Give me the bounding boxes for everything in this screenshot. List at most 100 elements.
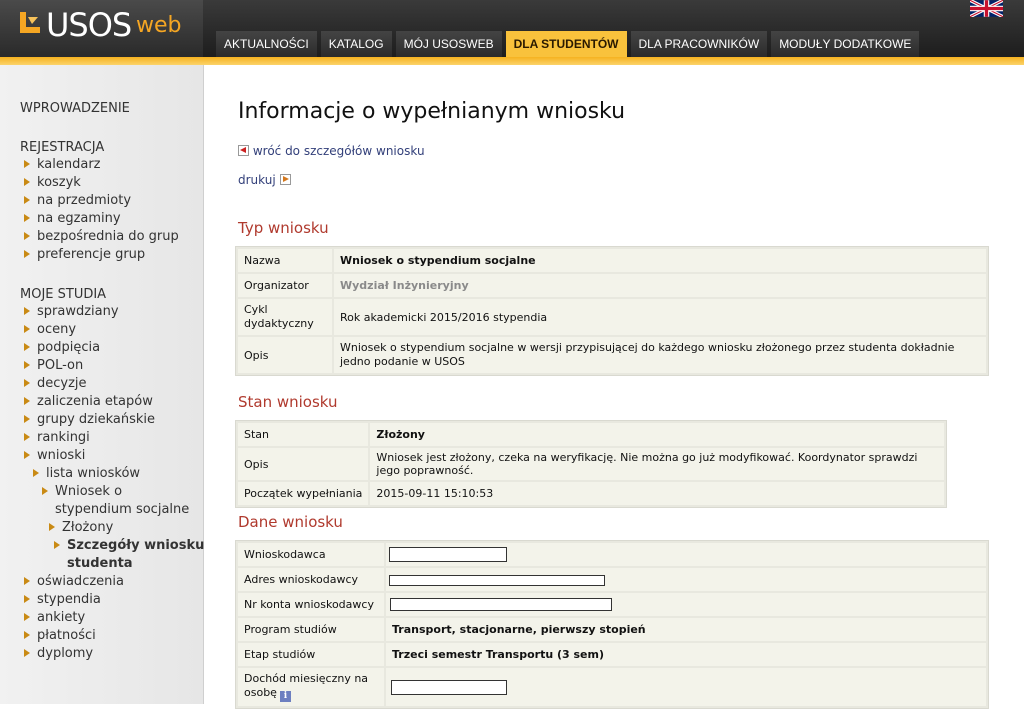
label-line2: osobę <box>244 686 277 699</box>
uk-flag-icon[interactable] <box>970 0 1003 17</box>
nav-tab-katalog[interactable]: KATALOG <box>320 31 392 57</box>
back-link[interactable]: wróć do szczegółów wniosku <box>238 144 425 158</box>
sidebar-item-wniosek-stypendium[interactable]: Wniosek o stypendium socjalne <box>42 483 189 519</box>
sidebar-item-wnioski[interactable]: wnioski <box>24 447 85 465</box>
row-label: Program studiów <box>238 618 384 641</box>
sidebar-item-ankiety[interactable]: ankiety <box>24 609 85 627</box>
sidebar-item-grupy-dziekanskie[interactable]: grupy dziekańskie <box>24 411 155 429</box>
label-line1: Dochód miesięczny na <box>244 672 369 685</box>
table-row: Adres wnioskodawcy <box>238 568 986 591</box>
sidebar-heading-moje-studia[interactable]: MOJE STUDIA <box>20 287 106 302</box>
bullet-icon <box>24 214 30 222</box>
sidebar-item-platnosci[interactable]: płatności <box>24 627 96 645</box>
nav-tab-moduly-dodatkowe[interactable]: MODUŁY DODATKOWE <box>771 31 920 57</box>
table-row: Nr konta wnioskodawcy <box>238 593 986 616</box>
section-title-stan: Stan wniosku <box>238 393 338 411</box>
table-row: Wnioskodawca <box>238 543 986 566</box>
sidebar-item-decyzje[interactable]: decyzje <box>24 375 87 393</box>
row-value: Złożony <box>370 423 944 446</box>
bullet-icon <box>33 469 39 477</box>
bullet-icon <box>24 631 30 639</box>
row-label: Opis <box>238 337 332 373</box>
back-link-text: wróć do szczegółów wniosku <box>252 144 425 158</box>
section-title-dane: Dane wniosku <box>238 513 343 531</box>
sidebar-item-zlozony[interactable]: Złożony <box>49 519 113 537</box>
sidebar-item-kalendarz[interactable]: kalendarz <box>24 156 101 174</box>
row-value: Wydział Inżynieryjny <box>334 274 986 297</box>
arrow-left-icon <box>238 145 249 156</box>
nr-konta-input[interactable] <box>390 598 612 612</box>
sidebar-item-podpiecia[interactable]: podpięcia <box>24 339 100 357</box>
bullet-icon <box>49 523 55 531</box>
row-label: Nr konta wnioskodawcy <box>238 593 384 616</box>
arrow-right-icon <box>279 174 291 185</box>
bullet-icon <box>24 613 30 621</box>
sidebar-item-zaliczenia-etapow[interactable]: zaliczenia etapów <box>24 393 153 411</box>
sidebar-item-dyplomy[interactable]: dyplomy <box>24 645 93 663</box>
row-value: Trzeci semestr Transportu (3 sem) <box>386 643 986 666</box>
bullet-icon <box>24 232 30 240</box>
sidebar-item-pol-on[interactable]: POL-on <box>24 357 83 375</box>
bullet-icon <box>24 178 30 186</box>
table-row: Początek wypełniania 2015-09-11 15:10:53 <box>238 482 944 505</box>
typ-wniosku-table: Nazwa Wniosek o stypendium socjalne Orga… <box>235 246 989 376</box>
row-label: Etap studiów <box>238 643 384 666</box>
bullet-icon <box>24 595 30 603</box>
sidebar-item-lista-wnioskow[interactable]: lista wniosków <box>33 465 140 483</box>
section-title-typ: Typ wniosku <box>238 219 329 237</box>
bullet-icon <box>54 541 60 549</box>
main-content: Informacje o wypełnianym wniosku wróć do… <box>205 65 1024 709</box>
nav-tab-moj-usosweb[interactable]: MÓJ USOSWEB <box>395 31 502 57</box>
bullet-icon <box>24 250 30 258</box>
logo-text-usos: USOS <box>46 6 132 44</box>
row-value: Rok akademicki 2015/2016 stypendia <box>334 299 986 335</box>
sidebar-item-preferencje-grup[interactable]: preferencje grup <box>24 246 145 264</box>
table-row: Program studiów Transport, stacjonarne, … <box>238 618 986 641</box>
row-label: Nazwa <box>238 249 332 272</box>
label-line1: Cykl <box>244 303 268 316</box>
bullet-icon <box>42 487 48 495</box>
table-row: Etap studiów Trzeci semestr Transportu (… <box>238 643 986 666</box>
row-value <box>386 593 986 616</box>
bullet-icon <box>24 160 30 168</box>
stan-wniosku-table: Stan Złożony Opis Wniosek jest złożony, … <box>235 420 947 508</box>
wnioskodawca-input[interactable] <box>389 547 507 562</box>
dochod-input[interactable] <box>391 679 507 695</box>
nav-tab-dla-pracownikow[interactable]: DLA PRACOWNIKÓW <box>630 31 768 57</box>
sidebar-heading-wprowadzenie[interactable]: WPROWADZENIE <box>20 101 130 116</box>
nav-tab-aktualnosci[interactable]: AKTUALNOŚCI <box>216 31 317 57</box>
table-row: Opis Wniosek jest złożony, czeka na wery… <box>238 448 944 480</box>
sidebar-item-oswiadczenia[interactable]: oświadczenia <box>24 573 124 591</box>
usosweb-logo[interactable]: USOS web <box>0 0 203 57</box>
row-label: Wnioskodawca <box>238 543 384 566</box>
table-row: Cykl dydaktyczny Rok akademicki 2015/2016… <box>238 299 986 335</box>
sidebar-item-bezposrednia-do-grup[interactable]: bezpośrednia do grup <box>24 228 179 246</box>
table-row: Dochód miesięczny na osobę i <box>238 668 986 706</box>
sidebar-item-na-egzaminy[interactable]: na egzaminy <box>24 210 121 228</box>
print-link[interactable]: drukuj <box>238 173 291 187</box>
sidebar: WPROWADZENIE REJESTRACJA kalendarz koszy… <box>0 65 204 704</box>
bullet-icon <box>24 196 30 204</box>
main-nav: AKTUALNOŚCI KATALOG MÓJ USOSWEB DLA STUD… <box>216 31 920 57</box>
top-header: USOS web AKTUALNOŚCI KATALOG MÓJ USOSWEB… <box>0 0 1024 57</box>
sidebar-heading-rejestracja[interactable]: REJESTRACJA <box>20 140 104 155</box>
bullet-icon <box>24 649 30 657</box>
nav-tab-dla-studentow[interactable]: DLA STUDENTÓW <box>505 31 627 57</box>
bullet-icon <box>24 397 30 405</box>
sidebar-item-szczegoly-wniosku[interactable]: Szczegóły wniosku studenta <box>54 537 204 573</box>
bullet-icon <box>24 433 30 441</box>
sidebar-item-na-przedmioty[interactable]: na przedmioty <box>24 192 131 210</box>
logo-mark-icon <box>20 12 40 33</box>
row-value: 2015-09-11 15:10:53 <box>370 482 944 505</box>
bullet-icon <box>24 307 30 315</box>
label-line2: dydaktyczny <box>244 317 314 330</box>
adres-input[interactable] <box>389 574 605 586</box>
sidebar-item-sprawdziany[interactable]: sprawdziany <box>24 303 119 321</box>
sidebar-item-koszyk[interactable]: koszyk <box>24 174 81 192</box>
sidebar-item-oceny[interactable]: oceny <box>24 321 76 339</box>
sidebar-item-rankingi[interactable]: rankingi <box>24 429 90 447</box>
szczegoly-line2: studenta <box>67 556 133 571</box>
sidebar-item-stypendia[interactable]: stypendia <box>24 591 101 609</box>
wniosek-line2: stypendium socjalne <box>55 502 190 517</box>
info-icon[interactable]: i <box>279 691 291 702</box>
